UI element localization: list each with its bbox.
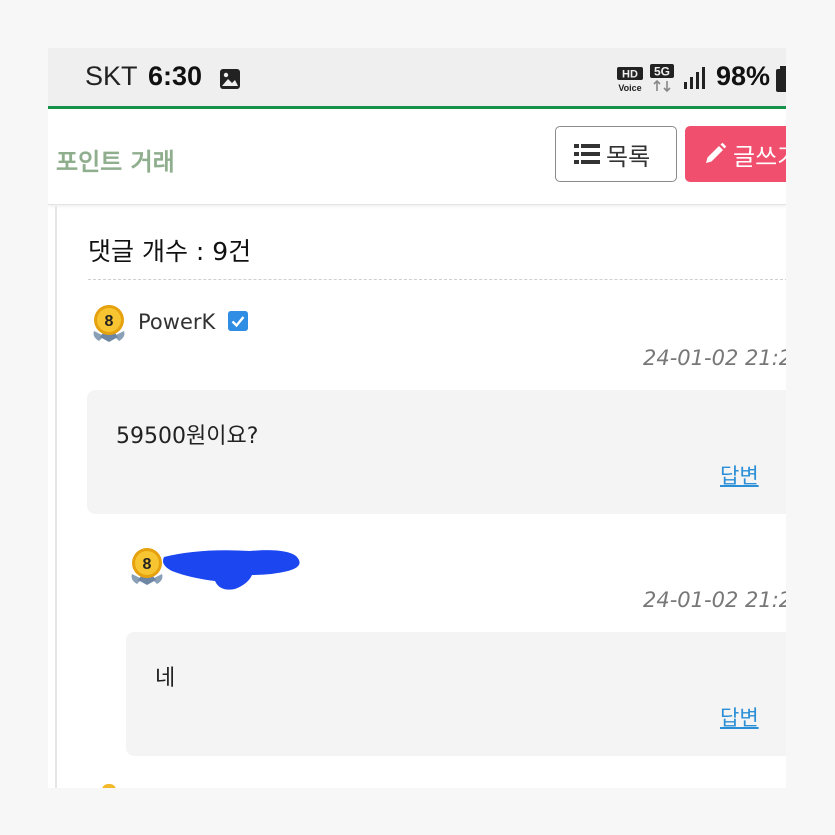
list-icon: [574, 144, 600, 164]
hd-label: HD: [622, 69, 638, 81]
board-header: 포인트 거래 목록 글쓰기: [48, 109, 786, 205]
network-5g-icon: 5G: [650, 64, 674, 93]
reply-link[interactable]: 답변: [720, 460, 759, 490]
page-title: 포인트 거래: [56, 148, 175, 176]
battery-icon: [776, 66, 786, 92]
carrier-label: SKT: [85, 61, 138, 91]
battery-percent: 98%: [716, 61, 771, 91]
comment-divider: [88, 279, 786, 280]
hd-voice-icon: HD Voice: [617, 67, 643, 93]
level-number: 8: [143, 556, 152, 573]
status-bar: SKT 6:30 HD Voice 5G 98%: [48, 48, 786, 109]
comment-date: 24-01-02 21:29: [643, 588, 786, 612]
comment-date: 24-01-02 21:28: [643, 346, 786, 370]
clock: 6:30: [148, 61, 203, 91]
voice-label: Voice: [618, 83, 641, 93]
next-avatar-partial: [102, 784, 116, 788]
phone-screen: SKT 6:30 HD Voice 5G 98% 포인트 거래 목록 글쓰 댓글…: [48, 48, 786, 788]
comment-author[interactable]: PowerK: [138, 310, 215, 334]
write-button[interactable]: 글쓰기: [685, 126, 786, 182]
network-label: 5G: [654, 65, 670, 79]
comment-text: 네: [155, 666, 176, 691]
comment-count: 댓글 개수 : 9건: [88, 237, 252, 266]
gallery-icon: [220, 69, 240, 89]
redaction-scribble: [163, 550, 300, 590]
comment-text: 59500원이요?: [116, 424, 259, 449]
verified-check-icon: [228, 311, 248, 331]
reply-link[interactable]: 답변: [720, 702, 759, 732]
level-number: 8: [105, 313, 114, 330]
signal-icon: [684, 67, 705, 89]
level-badge-icon: 8: [93, 305, 125, 342]
list-button-label: 목록: [606, 142, 651, 171]
pencil-icon: [706, 142, 727, 163]
write-button-label: 글쓰기: [733, 142, 786, 171]
comment-bubble: 네 답변: [126, 632, 786, 756]
comment-bubble: 59500원이요? 답변: [87, 390, 786, 514]
list-button[interactable]: 목록: [555, 126, 677, 182]
thread-line: [55, 206, 57, 788]
